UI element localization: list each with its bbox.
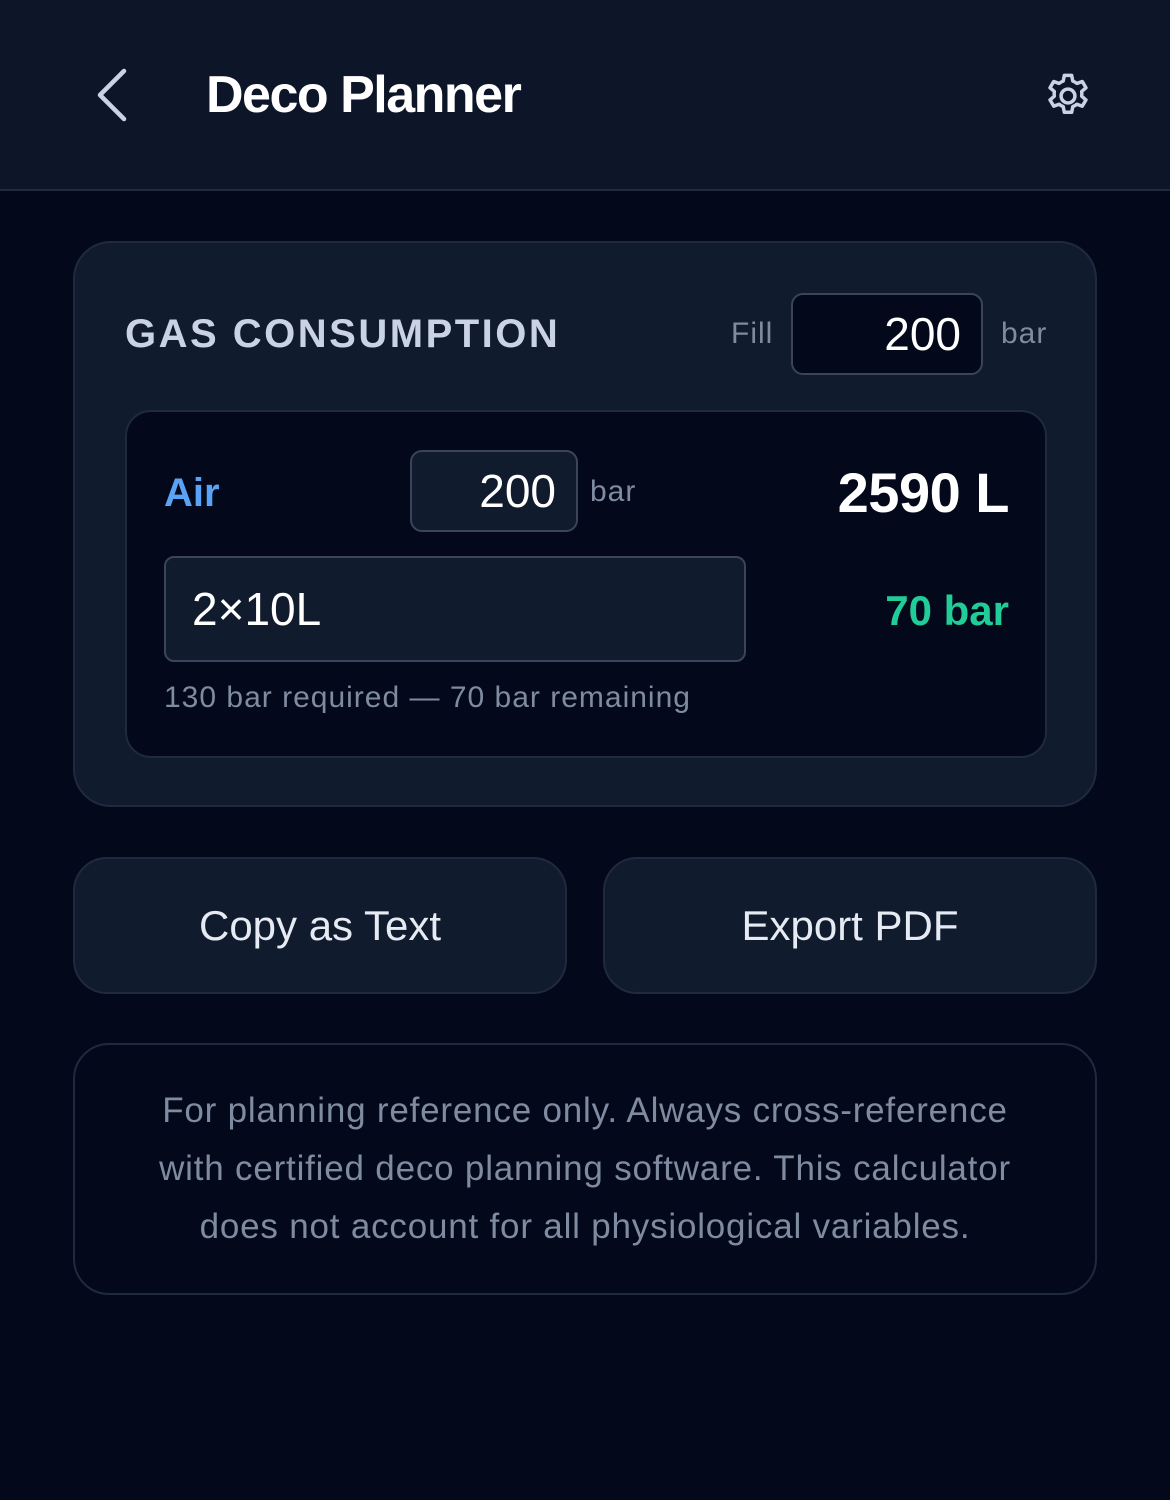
copy-as-text-button[interactable]: Copy as Text (73, 857, 567, 994)
gas-row-card: Air 200 bar 2590 L 2×10L 70 bar 130 bar … (125, 410, 1047, 758)
disclaimer-box: For planning reference only. Always cros… (73, 1043, 1097, 1295)
page-title: Deco Planner (206, 66, 522, 124)
cylinder-input[interactable]: 2×10L (164, 556, 746, 662)
app-header: Deco Planner (0, 0, 1170, 191)
gas-consumption-card: GAS CONSUMPTION Fill 200 bar Air 200 bar… (73, 241, 1097, 807)
gas-requirement-note: 130 bar required — 70 bar remaining (164, 681, 691, 714)
disclaimer-text: For planning reference only. Always cros… (159, 1091, 1011, 1246)
settings-button[interactable] (1036, 64, 1100, 128)
remaining-pressure: 70 bar (885, 587, 1009, 634)
export-pdf-button[interactable]: Export PDF (603, 857, 1097, 994)
back-button[interactable] (84, 60, 140, 130)
fill-pressure-input[interactable]: 200 (791, 293, 983, 375)
section-title: GAS CONSUMPTION (125, 312, 561, 356)
gas-name: Air (164, 471, 220, 515)
gear-icon (1048, 73, 1088, 114)
gas-volume: 2590 L (837, 461, 1010, 524)
chevron-left-icon (97, 68, 127, 122)
gas-pressure-unit: bar (590, 475, 637, 508)
gas-pressure-input[interactable]: 200 (410, 450, 578, 532)
fill-label: Fill (731, 317, 774, 350)
fill-unit-label: bar (1001, 317, 1048, 350)
